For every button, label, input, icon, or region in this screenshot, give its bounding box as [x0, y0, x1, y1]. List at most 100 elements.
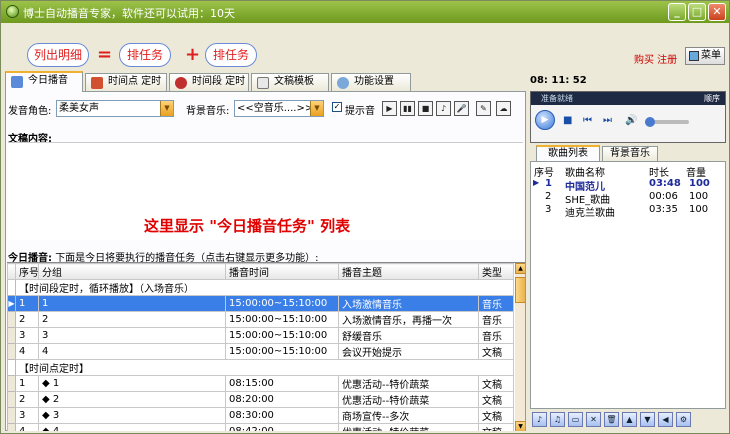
- player-mode[interactable]: 顺序: [704, 93, 720, 104]
- table-row[interactable]: 3 ◆ 3 08:30:00 商场宣传--多次 文稿: [7, 407, 514, 424]
- cell-type: 文稿: [478, 423, 514, 431]
- table-row[interactable]: 1 ◆ 1 08:15:00 优惠活动--特价蔬菜 文稿: [7, 375, 514, 392]
- move-up-icon[interactable]: ▲: [622, 412, 637, 427]
- cell-type: 文稿: [478, 375, 514, 392]
- table-group-row[interactable]: 【时间点定时】: [7, 359, 514, 376]
- volume-knob[interactable]: [645, 117, 655, 127]
- cell-no: 3: [15, 407, 39, 424]
- close-button[interactable]: ✕: [708, 3, 726, 21]
- microphone-icon[interactable]: 🎤: [454, 101, 469, 116]
- row-header: [7, 359, 16, 376]
- maximize-button[interactable]: □: [688, 3, 706, 21]
- today-panel: 发音角色: 柔美女声 ▼ 背景音乐: <<空音乐....>> ▼ ✓ 提示音 ▶ ▮…: [5, 91, 526, 431]
- player-next-icon[interactable]: ⏭: [603, 115, 612, 126]
- table-scrollbar[interactable]: ▲ ▼: [515, 263, 525, 431]
- player-stop-icon[interactable]: ■: [563, 115, 572, 126]
- song-volume: 100: [689, 178, 710, 189]
- music-note-icon[interactable]: ♪: [436, 101, 451, 116]
- cell-group: 2: [38, 311, 226, 328]
- song-row[interactable]: 2 SHE_歌曲 00:06 100: [531, 191, 725, 206]
- cell-subject: 入场激情音乐: [338, 295, 479, 312]
- trash-icon[interactable]: 🗑: [604, 412, 619, 427]
- table-row[interactable]: ▶ 1 1 15:00:00~15:10:00 入场激情音乐 音乐: [7, 295, 514, 312]
- song-row[interactable]: 3 迪克兰歌曲 03:35 100: [531, 204, 725, 219]
- col-header-group[interactable]: 分组: [38, 263, 226, 280]
- cell-time: 08:15:00: [225, 375, 339, 392]
- annotation-row: 列出明细 = 排任务 + 排任务 购买 注册 菜单: [1, 23, 729, 71]
- tab-timepoint[interactable]: 时间点 定时: [85, 73, 167, 91]
- tab-label: 时间段 定时: [192, 76, 246, 87]
- play-icon[interactable]: ▶: [382, 101, 397, 116]
- gear-icon: [337, 77, 349, 89]
- pause-icon[interactable]: ▮▮: [400, 101, 415, 116]
- table-row[interactable]: 4◆ 408:42:00优惠活动--特价蔬菜文稿: [7, 423, 514, 431]
- voice-value: 柔美女声: [59, 103, 99, 114]
- remove-music-icon[interactable]: ♫: [550, 412, 565, 427]
- prompt-checkbox[interactable]: ✓: [332, 102, 342, 112]
- volume-icon[interactable]: 🔊: [625, 115, 637, 126]
- minimize-button[interactable]: _: [668, 3, 686, 21]
- song-col-volume: 音量: [686, 168, 706, 179]
- table-group-row[interactable]: 【时间段定时，循环播放】（入场音乐）: [7, 279, 514, 296]
- save-icon[interactable]: ✎: [476, 101, 491, 116]
- cell-group: ◆ 2: [38, 391, 226, 408]
- cell-no: 3: [15, 327, 39, 344]
- col-header-time[interactable]: 播音时间: [225, 263, 339, 280]
- tab-timerange[interactable]: 时间段 定时: [169, 73, 249, 91]
- bgm-select[interactable]: <<空音乐....>> ▼: [234, 100, 324, 117]
- scroll-down-icon[interactable]: ▼: [515, 421, 525, 431]
- cell-no: 1: [15, 295, 39, 312]
- menu-icon: [689, 51, 699, 61]
- chat-icon[interactable]: ☁: [496, 101, 511, 116]
- tab-song-list[interactable]: 歌曲列表: [536, 145, 600, 161]
- buy-register-link[interactable]: 购买 注册: [634, 51, 677, 66]
- add-music-icon[interactable]: ♪: [532, 412, 547, 427]
- cell-subject: 舒缓音乐: [338, 327, 479, 344]
- tab-today[interactable]: 今日播音: [5, 71, 83, 92]
- row-header: [7, 279, 16, 296]
- tab-templates[interactable]: 文稿模板: [251, 73, 329, 91]
- col-header-no[interactable]: 序号: [15, 263, 39, 280]
- cell-time: 08:20:00: [225, 391, 339, 408]
- chevron-down-icon: ▼: [160, 101, 173, 116]
- col-header-subject[interactable]: 播音主题: [338, 263, 479, 280]
- table-row[interactable]: 2 2 15:00:00~15:10:00 入场激情音乐，再播一次 音乐: [7, 311, 514, 328]
- player-play-icon[interactable]: ▶: [535, 110, 555, 130]
- move-down-icon[interactable]: ▼: [640, 412, 655, 427]
- settings-icon[interactable]: ⚙: [676, 412, 691, 427]
- row-header: [7, 343, 16, 360]
- table-header-row: 序号 分组 播音时间 播音主题 类型: [7, 263, 514, 280]
- row-header-corner: [7, 263, 16, 280]
- delete-icon[interactable]: ✕: [586, 412, 601, 427]
- sound-icon[interactable]: ◀: [658, 412, 673, 427]
- cell-no: 2: [15, 311, 39, 328]
- speaker-icon: [11, 76, 23, 88]
- volume-slider[interactable]: [645, 117, 689, 127]
- song-row[interactable]: ▶ 1 中国范儿 03:48 100: [531, 178, 725, 193]
- group-title: 【时间段定时，循环播放】（入场音乐）: [15, 279, 514, 296]
- col-header-type[interactable]: 类型: [478, 263, 514, 280]
- row-header: [7, 327, 16, 344]
- song-volume: 100: [689, 204, 709, 215]
- table-row[interactable]: 2 ◆ 2 08:20:00 优惠活动--特价蔬菜 文稿: [7, 391, 514, 408]
- bgm-value: <<空音乐....>>: [237, 103, 314, 114]
- row-header: [7, 375, 16, 392]
- add-folder-icon[interactable]: ▭: [568, 412, 583, 427]
- task-table: 序号 分组 播音时间 播音主题 类型 【时间段定时，循环播放】（入场音乐） ▶ 1 1…: [7, 262, 525, 431]
- tab-bgm[interactable]: 背景音乐: [602, 146, 658, 161]
- stop-icon[interactable]: ■: [418, 101, 433, 116]
- table-row[interactable]: 4 4 15:00:00~15:10:00 会议开始提示 文稿: [7, 343, 514, 360]
- scroll-thumb[interactable]: [515, 277, 525, 303]
- scroll-up-icon[interactable]: ▲: [515, 263, 525, 274]
- tab-settings[interactable]: 功能设置: [331, 73, 411, 91]
- music-toolbar: ♪ ♫ ▭ ✕ 🗑 ▲ ▼ ◀ ⚙: [530, 411, 726, 429]
- voice-select[interactable]: 柔美女声 ▼: [56, 100, 174, 117]
- menu-button[interactable]: 菜单: [685, 47, 725, 65]
- tab-label: 文稿模板: [274, 76, 314, 87]
- player-prev-icon[interactable]: ⏮: [583, 115, 592, 126]
- title-bar: 博士自动播音专家，软件还可以试用：10天 _ □ ✕: [1, 1, 729, 23]
- cell-type: 文稿: [478, 407, 514, 424]
- cell-no: 2: [15, 391, 39, 408]
- cell-time: 08:30:00: [225, 407, 339, 424]
- table-row[interactable]: 3 3 15:00:00~15:10:00 舒缓音乐 音乐: [7, 327, 514, 344]
